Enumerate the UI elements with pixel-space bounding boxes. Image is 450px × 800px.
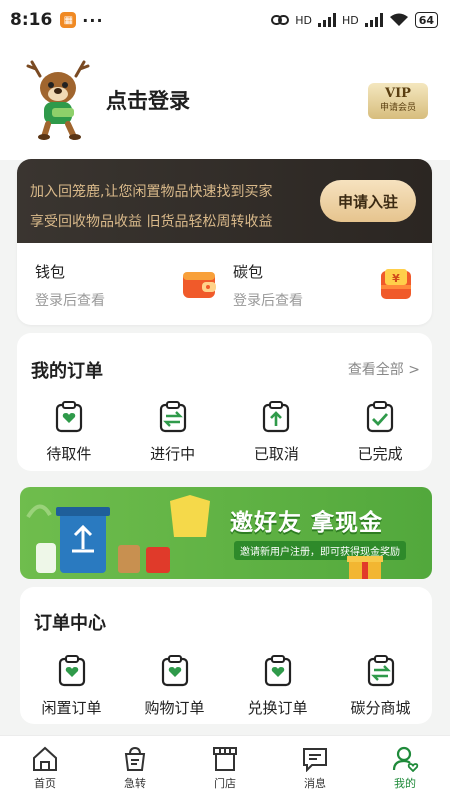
order-status-cancelled[interactable]: 已取消 — [225, 401, 329, 464]
exchange-orders-item[interactable]: 兑换订单 — [226, 655, 329, 718]
my-orders-title: 我的订单 — [31, 361, 103, 382]
tab-messages[interactable]: 消息 — [270, 736, 360, 800]
signal-icon-1 — [317, 13, 336, 27]
clipboard-heart-icon — [58, 655, 85, 687]
order-status-in-progress[interactable]: 进行中 — [121, 401, 225, 464]
order-status-label: 进行中 — [150, 445, 196, 463]
tab-label: 急转 — [124, 777, 146, 790]
network-label-1: HD — [295, 13, 312, 27]
wallet-cell[interactable]: 钱包 登录后查看 — [35, 261, 105, 310]
order-center-label: 闲置订单 — [41, 699, 102, 717]
order-center-label: 兑换订单 — [247, 699, 308, 717]
order-center-label: 购物订单 — [144, 699, 205, 717]
order-status-label: 已取消 — [253, 445, 299, 463]
clipboard-up-icon — [263, 401, 290, 433]
tab-label: 我的 — [394, 777, 416, 790]
carbon-wallet-icon: ¥ — [381, 269, 411, 299]
svg-text:¥: ¥ — [392, 272, 400, 285]
wallet-hint: 登录后查看 — [35, 293, 105, 309]
carbon-mall-item[interactable]: 碳分商城 — [329, 655, 432, 718]
order-center-title: 订单中心 — [34, 613, 106, 634]
vip-title: VIP — [385, 86, 411, 101]
tab-label: 首页 — [34, 777, 56, 790]
bag-icon — [124, 746, 146, 771]
tab-label: 门店 — [214, 777, 236, 790]
apply-join-button[interactable]: 申请入驻 — [320, 180, 416, 222]
wallet-label: 钱包 — [35, 263, 66, 281]
link-icon — [271, 15, 290, 25]
invite-friends-banner[interactable]: 邀好友 拿现金 邀请新用户注册，即可获得现金奖励 — [20, 487, 432, 579]
join-wallet-card: 加入回笼鹿,让您闲置物品快速找到买家 享受回收物品收益 旧货品轻松周转收益 申请… — [17, 159, 432, 325]
shopping-orders-item[interactable]: 购物订单 — [123, 655, 226, 718]
carbon-cell[interactable]: 碳包 登录后查看 — [233, 261, 303, 310]
message-icon — [303, 748, 327, 772]
profile-header: 点击登录 VIP 申请会员 — [0, 40, 450, 160]
recycling-illustration — [26, 495, 210, 573]
clipboard-transfer-icon — [367, 655, 394, 687]
clipboard-check-icon — [367, 401, 394, 433]
order-status-label: 已完成 — [357, 445, 403, 463]
order-center-row: 闲置订单 购物订单 兑换订单 碳分商城 — [20, 655, 432, 718]
clipboard-heart-icon — [161, 655, 188, 687]
clipboard-transfer-icon — [159, 401, 186, 433]
join-banner: 加入回笼鹿,让您闲置物品快速找到买家 享受回收物品收益 旧货品轻松周转收益 申请… — [17, 159, 432, 243]
order-status-completed[interactable]: 已完成 — [328, 401, 432, 464]
deer-mascot-avatar[interactable] — [22, 60, 94, 140]
app-notification-icon: ▦ — [60, 12, 77, 28]
wallet-row: 钱包 登录后查看 碳包 登录后查看 ¥ — [17, 243, 432, 325]
clipboard-heart-icon — [264, 655, 291, 687]
order-center-label: 碳分商城 — [350, 699, 411, 717]
more-notifications-icon: ··· — [82, 10, 104, 30]
order-status-label: 待取件 — [46, 445, 92, 463]
store-icon — [213, 747, 237, 771]
profile-icon — [392, 746, 419, 772]
carbon-hint: 登录后查看 — [233, 293, 303, 309]
status-time: 8:16 — [10, 10, 53, 30]
tab-home[interactable]: 首页 — [0, 736, 90, 800]
order-center-card: 订单中心 闲置订单 购物订单 兑换订单 碳分商城 — [20, 587, 432, 724]
status-bar: 8:16 ▦ ··· HD HD 64 — [0, 0, 450, 40]
wifi-icon — [389, 13, 408, 26]
my-orders-card: 我的订单 查看全部 > 待取件 进行中 已取消 已完成 — [17, 333, 432, 471]
home-icon — [33, 746, 57, 771]
gift-box-icon — [347, 556, 383, 579]
wallet-icon — [183, 272, 216, 298]
network-label-2: HD — [341, 13, 359, 27]
order-status-pending[interactable]: 待取件 — [17, 401, 121, 464]
tab-profile[interactable]: 我的 — [360, 736, 450, 800]
bottom-tab-bar: 首页 急转 门店 消息 我的 — [0, 735, 450, 800]
battery-icon: 64 — [414, 12, 438, 28]
signal-icon-2 — [364, 13, 383, 27]
login-prompt[interactable]: 点击登录 — [106, 85, 190, 115]
tab-label: 消息 — [304, 777, 326, 790]
vip-apply-button[interactable]: VIP 申请会员 — [368, 83, 428, 119]
clipboard-heart-icon — [55, 401, 82, 433]
idle-orders-item[interactable]: 闲置订单 — [20, 655, 123, 718]
carbon-label: 碳包 — [233, 263, 264, 281]
tab-store[interactable]: 门店 — [180, 736, 270, 800]
order-status-row: 待取件 进行中 已取消 已完成 — [17, 401, 432, 464]
tab-quick-transfer[interactable]: 急转 — [90, 736, 180, 800]
promo-headline: 邀好友 拿现金 — [230, 510, 384, 536]
vip-subtitle: 申请会员 — [379, 103, 416, 113]
view-all-orders-link[interactable]: 查看全部 > — [348, 359, 420, 379]
